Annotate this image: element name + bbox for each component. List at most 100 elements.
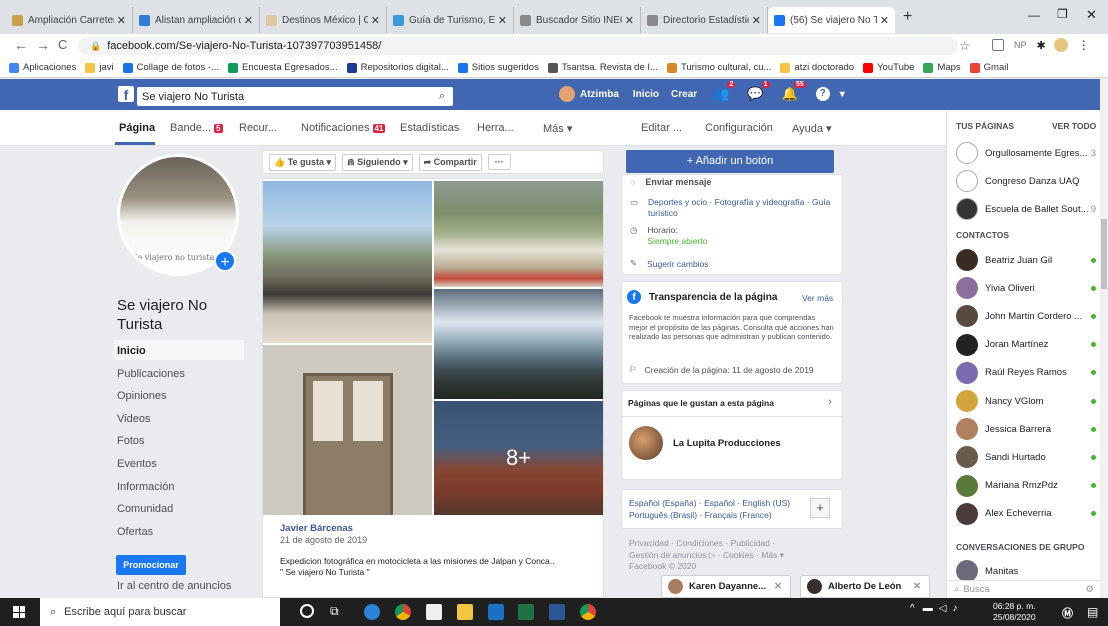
bookmark-item[interactable]: Gmail bbox=[969, 62, 1008, 73]
footer-links[interactable]: Gestión de anuncios ▷ · Cookies · Más ▾ bbox=[629, 550, 784, 561]
task-view-icon[interactable]: ⧉ bbox=[330, 604, 339, 619]
add-button[interactable]: + Añadir un botón bbox=[626, 150, 834, 173]
notification-center-icon[interactable]: ▤ bbox=[1087, 605, 1098, 619]
language-icon[interactable]: Ⓜ bbox=[1062, 605, 1073, 621]
tab-recursos[interactable]: Recur... bbox=[239, 122, 277, 134]
post-date[interactable]: 21 de agosto de 2019 bbox=[280, 535, 367, 545]
bookmark-item[interactable]: Turismo cultural, cu... bbox=[666, 62, 771, 73]
post-author[interactable]: Javier Bárcenas bbox=[280, 523, 353, 534]
browser-tab[interactable]: Destinos México | Guía✕ bbox=[260, 7, 387, 33]
add-language-button[interactable]: + bbox=[810, 498, 830, 518]
address-bar[interactable]: 🔒 facebook.com/Se-viajero-No-Turista-107… bbox=[78, 37, 970, 55]
close-icon[interactable]: ✕ bbox=[880, 14, 889, 27]
back-icon[interactable]: ← bbox=[14, 37, 28, 53]
user-link[interactable]: Atzimba bbox=[580, 89, 619, 100]
chrome-icon[interactable] bbox=[395, 604, 411, 620]
left-nav-item[interactable]: Videos bbox=[117, 413, 150, 425]
group-item[interactable]: Manitas bbox=[956, 560, 1096, 582]
left-nav-item[interactable]: Fotos bbox=[117, 435, 145, 447]
chrome-active-icon[interactable] bbox=[580, 604, 596, 620]
browser-tab[interactable]: (56) Se viajero No Turis✕ bbox=[768, 7, 895, 33]
promote-button[interactable]: Promocionar bbox=[116, 555, 186, 575]
left-nav-item[interactable]: Comunidad bbox=[117, 503, 173, 515]
chevron-right-icon[interactable]: › bbox=[828, 396, 832, 408]
liked-page-item[interactable]: La Lupita Producciones bbox=[629, 426, 781, 460]
contact-item[interactable]: Alex Echeverria bbox=[956, 502, 1096, 525]
photo-motorcycles[interactable] bbox=[263, 181, 432, 343]
close-icon[interactable]: ✕ bbox=[244, 14, 253, 27]
bookmark-item[interactable]: YouTube bbox=[863, 62, 914, 73]
tab-mas[interactable]: Más ▾ bbox=[543, 122, 572, 135]
facebook-search-input[interactable]: Se viajero No Turista ⌕ bbox=[137, 87, 453, 106]
contact-item[interactable]: Nancy VGlom bbox=[956, 390, 1096, 412]
sidebar-page-item[interactable]: Orgullosamente Egres... 3 bbox=[956, 142, 1096, 164]
star-icon[interactable]: ☆ bbox=[959, 39, 970, 53]
close-icon[interactable]: ✕ bbox=[371, 14, 380, 27]
tab-pagina[interactable]: Página bbox=[119, 122, 155, 134]
tab-ayuda[interactable]: Ayuda ▾ bbox=[792, 122, 832, 135]
windows-start-icon[interactable] bbox=[13, 606, 25, 618]
tab-configuracion[interactable]: Configuración bbox=[705, 122, 773, 134]
like-button[interactable]: 👍 Te gusta ▾ bbox=[269, 153, 337, 171]
bookmark-item[interactable]: Aplicaciones bbox=[9, 62, 76, 73]
see-all-link[interactable]: VER TODO bbox=[1052, 121, 1096, 131]
messenger-icon[interactable]: 💬 1 bbox=[747, 81, 770, 102]
left-nav-item[interactable]: Eventos bbox=[117, 458, 157, 470]
bookmark-item[interactable]: atzi doctorado bbox=[780, 62, 854, 73]
new-tab-button[interactable]: + bbox=[903, 8, 912, 26]
left-nav-item[interactable]: Publicaciones bbox=[117, 368, 185, 380]
file-explorer-icon[interactable] bbox=[457, 604, 473, 620]
window-close-button[interactable]: ✕ bbox=[1086, 7, 1097, 23]
browser-tab[interactable]: Directorio Estadístico ✕ bbox=[641, 7, 768, 33]
bookmark-item[interactable]: Maps bbox=[923, 62, 961, 73]
contact-item[interactable]: Sandi Hurtado bbox=[956, 446, 1096, 469]
tab-estadisticas[interactable]: Estadísticas bbox=[400, 122, 459, 134]
reload-icon[interactable]: C bbox=[58, 37, 67, 52]
excel-icon[interactable] bbox=[518, 604, 534, 620]
contact-item[interactable]: Yivia Oliveri bbox=[956, 277, 1096, 300]
bookmark-item[interactable]: Encuesta Egresados... bbox=[228, 62, 338, 73]
send-message-row[interactable]: ◌ Enviar mensaje bbox=[630, 177, 711, 187]
notifications-icon[interactable]: 🔔 55 bbox=[782, 81, 806, 102]
speaker-icon[interactable]: ♪ bbox=[952, 603, 957, 614]
bookmark-item[interactable]: Sitios sugeridos bbox=[457, 62, 539, 73]
avatar[interactable] bbox=[1053, 38, 1068, 52]
chevron-up-icon[interactable]: ^ bbox=[910, 603, 915, 614]
footer-links[interactable]: Privacidad · Condiciones · Publicidad · bbox=[629, 538, 775, 548]
search-icon[interactable]: ⌕ bbox=[439, 90, 445, 103]
see-more-link[interactable]: Ver más bbox=[802, 293, 833, 303]
bookmark-item[interactable]: Collage de fotos -... bbox=[122, 62, 219, 73]
contact-item[interactable]: Mariana RmzPdz bbox=[956, 474, 1096, 497]
window-restore-button[interactable]: ❐ bbox=[1057, 7, 1068, 21]
left-nav-item[interactable]: Información bbox=[117, 481, 174, 493]
browser-tab[interactable]: Ampliación Carretera ✕ bbox=[6, 7, 133, 33]
friends-icon[interactable]: 👥 2 bbox=[713, 81, 736, 102]
photo-mission[interactable]: 8+ bbox=[434, 401, 603, 515]
more-button[interactable]: ··· bbox=[487, 154, 511, 170]
contact-item[interactable]: Raúl Reyes Ramos bbox=[956, 361, 1096, 384]
close-icon[interactable]: ✕ bbox=[913, 581, 921, 592]
share-button[interactable]: ➦ Compartir bbox=[418, 153, 482, 171]
ads-center-link[interactable]: Ir al centro de anuncios bbox=[117, 580, 231, 592]
browser-tab[interactable]: Guía de Turismo, Entre✕ bbox=[387, 7, 514, 33]
left-nav-item[interactable]: Opiniones bbox=[117, 390, 167, 402]
word-icon[interactable] bbox=[549, 604, 565, 620]
left-nav-item[interactable]: Inicio bbox=[117, 345, 146, 357]
browser-tab[interactable]: Alistan ampliación de ✕ bbox=[133, 7, 260, 33]
languages-line[interactable]: Español (España) · Español · English (US… bbox=[629, 498, 790, 508]
scrollbar-thumb[interactable] bbox=[1101, 219, 1107, 289]
contact-item[interactable]: Jessica Barrera bbox=[956, 418, 1096, 441]
clock[interactable]: 06:28 p. m. 25/08/2020 bbox=[993, 601, 1036, 623]
sidebar-page-item[interactable]: Congreso Danza UAQ bbox=[956, 170, 1096, 192]
extension-icon[interactable] bbox=[992, 39, 1004, 51]
tab-editar[interactable]: Editar ... bbox=[641, 122, 682, 134]
photo-plaza[interactable] bbox=[434, 181, 603, 287]
taskbar-search-box[interactable]: ⌕ Escribe aquí para buscar bbox=[40, 598, 280, 626]
tab-herramientas[interactable]: Herra... bbox=[477, 122, 514, 134]
languages-line[interactable]: Português (Brasil) · Français (France) bbox=[629, 510, 772, 520]
bookmark-item[interactable]: javi bbox=[85, 62, 114, 73]
photo-window[interactable] bbox=[263, 345, 432, 515]
scrollbar[interactable] bbox=[1100, 79, 1108, 598]
network-icon[interactable]: ▬ bbox=[923, 603, 933, 614]
bookmark-item[interactable]: Repositorios digital... bbox=[346, 62, 449, 73]
